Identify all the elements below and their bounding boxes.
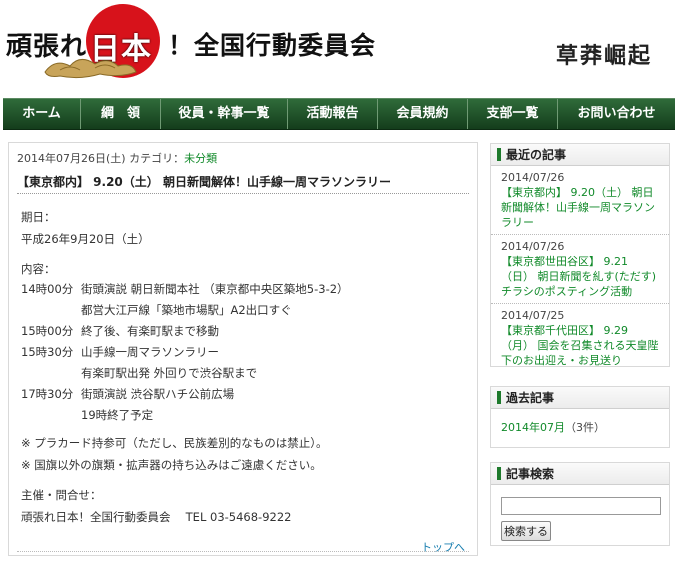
search-input[interactable] [501,497,661,515]
recent-posts-box: 最近の記事 2014/07/26 【東京都内】 9.20（土） 朝日新聞解体！山… [490,143,670,367]
list-item: 2014/07/26 【東京都内】 9.20（土） 朝日新聞解体！山手線一周マラ… [491,166,669,235]
list-item: 2014/07/26 【東京都世田谷区】 9.21（日） 朝日新聞を糺す(ただす… [491,235,669,304]
date-label: 期日： [21,210,56,224]
recent-post-link[interactable]: 【東京都千代田区】 9.29（月） 国会を召集される天皇陛下のお出迎え・お見送り [501,323,659,368]
site-title-nihon[interactable]: 日本 [90,24,152,68]
schedule-time: 14時00分 [21,282,74,296]
content-label: 内容： [21,262,56,276]
schedule-text: 終了後、有楽町駅まで移動 [81,324,219,338]
recent-posts-heading-text: 最近の記事 [506,148,567,162]
archive-item: 2014年07月（3件） [491,409,669,445]
recent-posts-heading: 最近の記事 [491,144,669,166]
list-item: 2014/07/25 【東京都千代田区】 9.29（月） 国会を召集される天皇陛… [491,304,669,372]
date-value: 平成26年9月20日（土） [21,232,150,246]
post-article: 2014年07月26日(土) カテゴリ：未分類 【東京都内】 9.20（土） 朝… [8,142,478,556]
archive-count: （3件） [565,421,605,434]
recent-post-date: 2014/07/25 [501,309,565,322]
post-title[interactable]: 【東京都内】 9.20（土） 朝日新聞解体！山手線一周マラソンラリー [17,173,391,190]
nav-item-branches[interactable]: 支部一覧 [468,99,558,129]
search-heading-text: 記事検索 [506,467,555,481]
recent-post-link[interactable]: 【東京都内】 9.20（土） 朝日新聞解体！山手線一周マラソンラリー [501,185,659,230]
schedule-text: 有楽町駅出発 外回りで渋谷駅まで [81,366,258,380]
nav-item-home[interactable]: ホーム [3,99,81,129]
nav-item-membership-rules[interactable]: 会員規約 [378,99,468,129]
archive-box: 過去記事 2014年07月（3件） [490,386,670,448]
schedule-text: 街頭演説 朝日新聞本社 （東京都中央区築地5-3-2） [81,282,349,296]
title-divider [17,193,469,194]
organizer-label: 主催・問合せ： [21,488,102,502]
schedule-time: 15時30分 [21,345,74,359]
recent-post-date: 2014/07/26 [501,240,565,253]
schedule-text: 街頭演説 渋谷駅ハチ公前広場 [81,387,235,401]
schedule-time: 15時00分 [21,324,74,338]
heading-marker-icon [497,391,501,404]
schedule-text: 山手線一周マラソンラリー [81,345,219,359]
recent-post-link[interactable]: 【東京都世田谷区】 9.21（日） 朝日新聞を糺す(ただす)チラシのポスティング… [501,254,659,299]
nav-item-activity-report[interactable]: 活動報告 [288,99,378,129]
archive-month-link[interactable]: 2014年07月 [501,421,565,434]
schedule-time: 17時30分 [21,387,74,401]
schedule-text: 都営大江戸線「築地市場駅」A2出口すぐ [81,303,292,317]
global-nav: ホーム 綱 領 役員・幹事一覧 活動報告 会員規約 支部一覧 お問い合わせ [3,98,675,130]
site-header: 頑張れ 日本 ！全国行動委員会 草莽崛起 [0,0,690,96]
schedule-text: 19時終了予定 [81,408,154,422]
nav-item-officers[interactable]: 役員・幹事一覧 [161,99,288,129]
heading-marker-icon [497,148,501,161]
nav-item-platform[interactable]: 綱 領 [81,99,161,129]
organizer-value: 頑張れ日本！全国行動委員会 TEL 03-5468-9222 [21,510,292,524]
recent-post-date: 2014/07/26 [501,171,565,184]
page-top-link[interactable]: トップへ [421,539,465,555]
note-placard: ※ プラカード持参可（ただし、民族差別的なものは禁止）。 [21,436,328,450]
header-slogan: 草莽崛起 [556,43,653,69]
post-category-link[interactable]: 未分類 [184,152,217,165]
archive-heading-text: 過去記事 [506,391,555,405]
search-box: 記事検索 検索する [490,462,670,546]
post-date: 2014年07月26日(土) カテゴリ： [17,152,185,165]
site-title-part-2[interactable]: ！全国行動委員会 [168,26,376,62]
archive-heading: 過去記事 [491,387,669,409]
note-flags: ※ 国旗以外の旗類・拡声器の持ち込みはご遠慮ください。 [21,458,322,472]
heading-marker-icon [497,467,501,480]
post-meta: 2014年07月26日(土) カテゴリ：未分類 [17,150,217,166]
post-divider [17,551,469,552]
search-heading: 記事検索 [491,463,669,485]
nav-item-contact[interactable]: お問い合わせ [558,99,675,129]
search-button[interactable]: 検索する [501,521,551,541]
